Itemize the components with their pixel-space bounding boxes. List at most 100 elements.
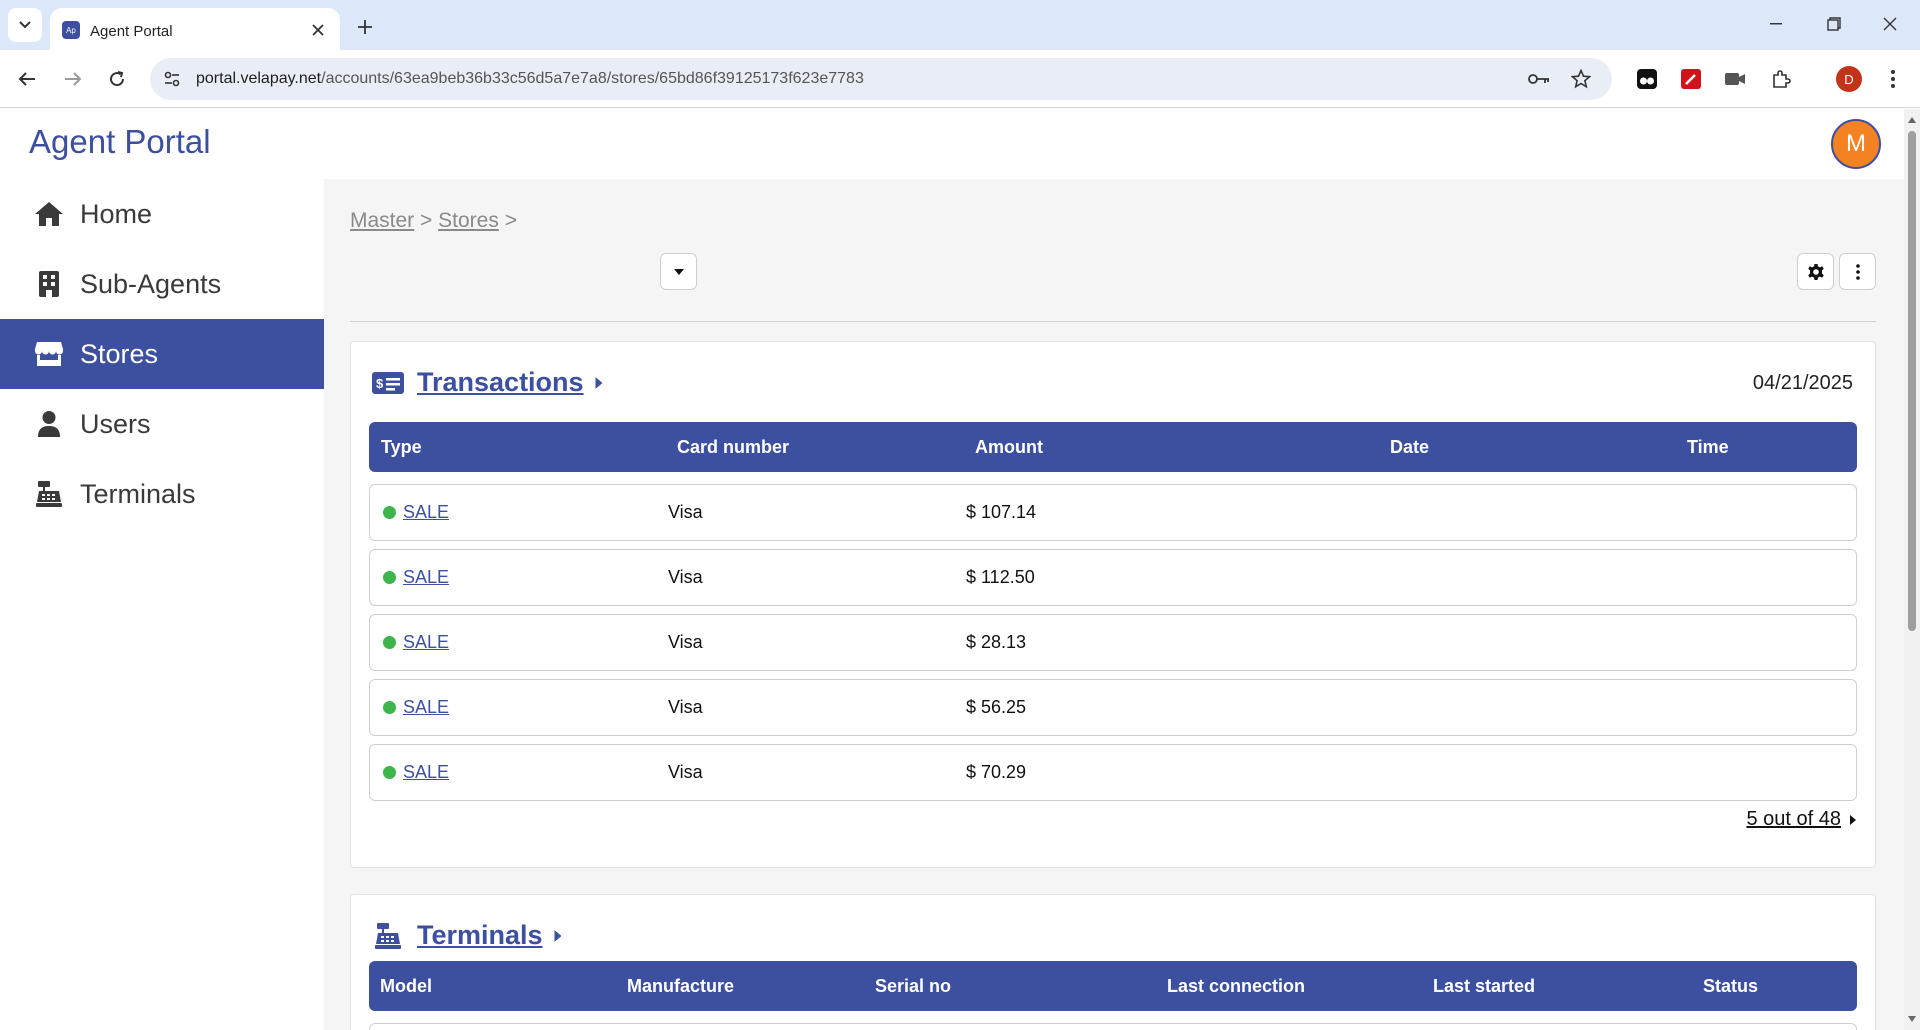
table-row[interactable]: SALE Visa $ 112.50 (369, 549, 1857, 606)
password-key-button[interactable] (1528, 68, 1550, 90)
transaction-type-link[interactable]: SALE (403, 502, 449, 523)
amount: $ 70.29 (966, 762, 1027, 782)
sidebar-item-users[interactable]: Users (0, 389, 324, 459)
sidebar-item-label: Users (80, 408, 151, 439)
tab-title: Agent Portal (90, 23, 173, 40)
url-path: /accounts/63ea9beb36b33c56d5a7e7a8/store… (321, 70, 864, 87)
column-header-manufacture: Manufacture (627, 976, 735, 996)
gear-icon (1807, 263, 1824, 280)
scrollbar-thumb[interactable] (1908, 131, 1916, 631)
browser-menu-button[interactable] (1880, 66, 1906, 92)
transactions-header: $ Transactions (371, 367, 604, 398)
user-icon (34, 409, 64, 439)
store-dropdown-button[interactable] (660, 253, 697, 290)
amount: $ 28.13 (966, 632, 1027, 652)
transactions-title-link[interactable]: Transactions (417, 367, 584, 398)
reload-button[interactable] (100, 62, 134, 96)
site-info-icon[interactable] (162, 69, 182, 89)
address-bar[interactable]: portal.velapay.net/accounts/63ea9beb36b3… (150, 58, 1612, 100)
more-options-button[interactable] (1839, 253, 1876, 290)
card-number: Visa (668, 762, 703, 782)
puzzle-icon (1773, 70, 1791, 88)
page-scrollbar[interactable] (1904, 109, 1920, 1030)
table-row[interactable]: SALE Visa $ 28.13 (369, 614, 1857, 671)
extension-app-icon (1637, 69, 1657, 89)
video-camera-icon (1725, 73, 1745, 85)
transaction-type-link[interactable]: SALE (403, 632, 449, 653)
scroll-up-icon[interactable] (1907, 115, 1917, 125)
pagination-link[interactable]: 5 out of 48 (1746, 808, 1857, 831)
sidebar-item-home[interactable]: Home (0, 179, 324, 249)
column-header-amount: Amount (975, 437, 1043, 457)
arrow-right-icon (65, 72, 82, 86)
home-icon (34, 199, 64, 229)
minimize-button[interactable] (1756, 8, 1796, 40)
money-check-icon: $ (371, 368, 405, 398)
cash-register-icon (34, 479, 64, 509)
table-row[interactable]: SALE Visa $ 70.29 (369, 744, 1857, 801)
status-dot (383, 766, 396, 779)
amount: $ 107.14 (966, 502, 1037, 522)
extensions-menu-button[interactable] (1768, 66, 1794, 92)
extension-button-3[interactable] (1722, 66, 1748, 92)
sidebar-item-label: Home (80, 198, 153, 229)
extension-button-2[interactable] (1678, 66, 1704, 92)
settings-button[interactable] (1797, 253, 1834, 290)
store-icon (34, 339, 64, 369)
table-row[interactable]: SALE Visa $ 107.14 (369, 484, 1857, 541)
browser-tab[interactable]: Ap Agent Portal (50, 8, 340, 50)
transaction-type-link[interactable]: SALE (403, 567, 449, 588)
transactions-table-header: Type Card number Amount Date Time (369, 422, 1857, 472)
breadcrumb-separator: > (420, 209, 433, 232)
divider (350, 321, 1876, 322)
amount: $ 56.25 (966, 697, 1027, 717)
table-row[interactable] (369, 1023, 1857, 1030)
restore-icon (1827, 17, 1841, 31)
terminals-title-link[interactable]: Terminals (417, 920, 543, 951)
breadcrumb-master-link[interactable]: Master (350, 209, 414, 232)
scroll-down-icon[interactable] (1907, 1014, 1917, 1024)
brand-title[interactable]: Agent Portal (29, 123, 211, 161)
breadcrumb: Master > Stores > (350, 209, 517, 233)
sidebar-item-terminals[interactable]: Terminals (0, 459, 324, 529)
restore-button[interactable] (1814, 8, 1854, 40)
caret-right-icon (1850, 814, 1856, 825)
more-vertical-icon (1855, 263, 1860, 280)
card-number: Visa (668, 632, 703, 652)
column-header-time: Time (1687, 437, 1729, 457)
bookmark-button[interactable] (1570, 68, 1592, 90)
star-icon (1571, 69, 1591, 89)
tab-close-button[interactable] (306, 18, 330, 42)
transaction-type-link[interactable]: SALE (403, 762, 449, 783)
terminals-card: Terminals Model Manufacture Serial no La… (350, 894, 1876, 1030)
browser-tab-bar: Ap Agent Portal (0, 0, 1920, 50)
sidebar-item-stores[interactable]: Stores (0, 319, 324, 389)
sidebar-item-sub-agents[interactable]: Sub-Agents (0, 249, 324, 319)
transaction-type-link[interactable]: SALE (403, 697, 449, 718)
status-dot (383, 701, 396, 714)
column-header-last-connection: Last connection (1167, 976, 1306, 996)
caret-down-icon (673, 268, 684, 275)
forward-button[interactable] (56, 62, 90, 96)
back-button[interactable] (10, 62, 44, 96)
user-avatar[interactable]: M (1831, 119, 1881, 169)
window-close-button[interactable] (1870, 8, 1910, 40)
column-header-card-number: Card number (677, 437, 790, 457)
new-tab-button[interactable] (350, 12, 380, 42)
url-text: portal.velapay.net/accounts/63ea9beb36b3… (196, 70, 864, 88)
column-header-status: Status (1703, 976, 1759, 996)
caret-right-icon (554, 929, 562, 942)
plus-icon (358, 20, 372, 34)
svg-text:$: $ (376, 376, 384, 391)
sidebar-item-label: Terminals (80, 478, 196, 509)
extension-button-1[interactable] (1634, 66, 1660, 92)
column-header-serial-no: Serial no (875, 976, 952, 996)
breadcrumb-stores-link[interactable]: Stores (438, 209, 499, 232)
browser-profile-avatar[interactable]: D (1836, 66, 1862, 92)
table-row[interactable]: SALE Visa $ 56.25 (369, 679, 1857, 736)
tab-search-button[interactable] (8, 8, 42, 42)
close-icon (312, 24, 324, 36)
card-number: Visa (668, 502, 703, 522)
terminals-header: Terminals (371, 920, 563, 951)
sidebar: Home Sub-Agents Stores Users Terminals (0, 179, 324, 1030)
